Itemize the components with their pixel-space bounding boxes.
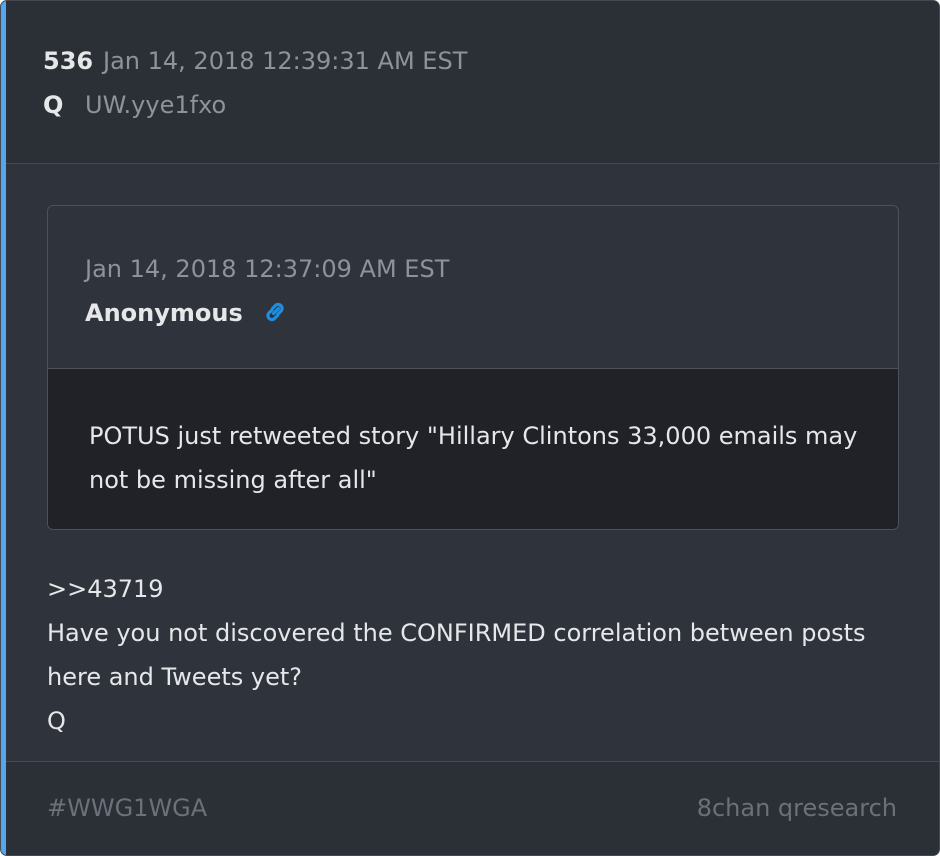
post-author: Q (43, 91, 64, 119)
link-icon[interactable] (261, 298, 289, 326)
post-card: 536 Jan 14, 2018 12:39:31 AM EST Q UW.yy… (0, 0, 940, 856)
post-footer: #WWG1WGA 8chan qresearch (6, 761, 939, 855)
post-body-line: Have you not discovered the CONFIRMED co… (47, 619, 866, 647)
post-tripcode: UW.yye1fxo (85, 91, 227, 119)
source-label: 8chan qresearch (696, 794, 897, 822)
quoted-post-date: Jan 14, 2018 12:37:09 AM EST (85, 255, 450, 283)
quoted-post-author: Anonymous (85, 299, 243, 327)
post-number: 536 (43, 47, 94, 75)
quoted-post: Jan 14, 2018 12:37:09 AM EST Anonymous P… (47, 205, 899, 530)
post-body-line: here and Tweets yet? (47, 663, 302, 691)
quoted-post-body: POTUS just retweeted story "Hillary Clin… (48, 369, 898, 529)
quoted-post-header: Jan 14, 2018 12:37:09 AM EST Anonymous (48, 206, 898, 369)
post-date: Jan 14, 2018 12:39:31 AM EST (103, 47, 468, 75)
post-signature: Q (47, 707, 66, 735)
quoted-post-text: POTUS just retweeted story "Hillary Clin… (89, 422, 858, 494)
post-header: 536 Jan 14, 2018 12:39:31 AM EST Q UW.yy… (6, 1, 939, 164)
reply-reference-link[interactable]: >>43719 (47, 567, 907, 611)
post-body: >>43719 Have you not discovered the CONF… (47, 567, 907, 743)
hashtag: #WWG1WGA (47, 794, 208, 822)
